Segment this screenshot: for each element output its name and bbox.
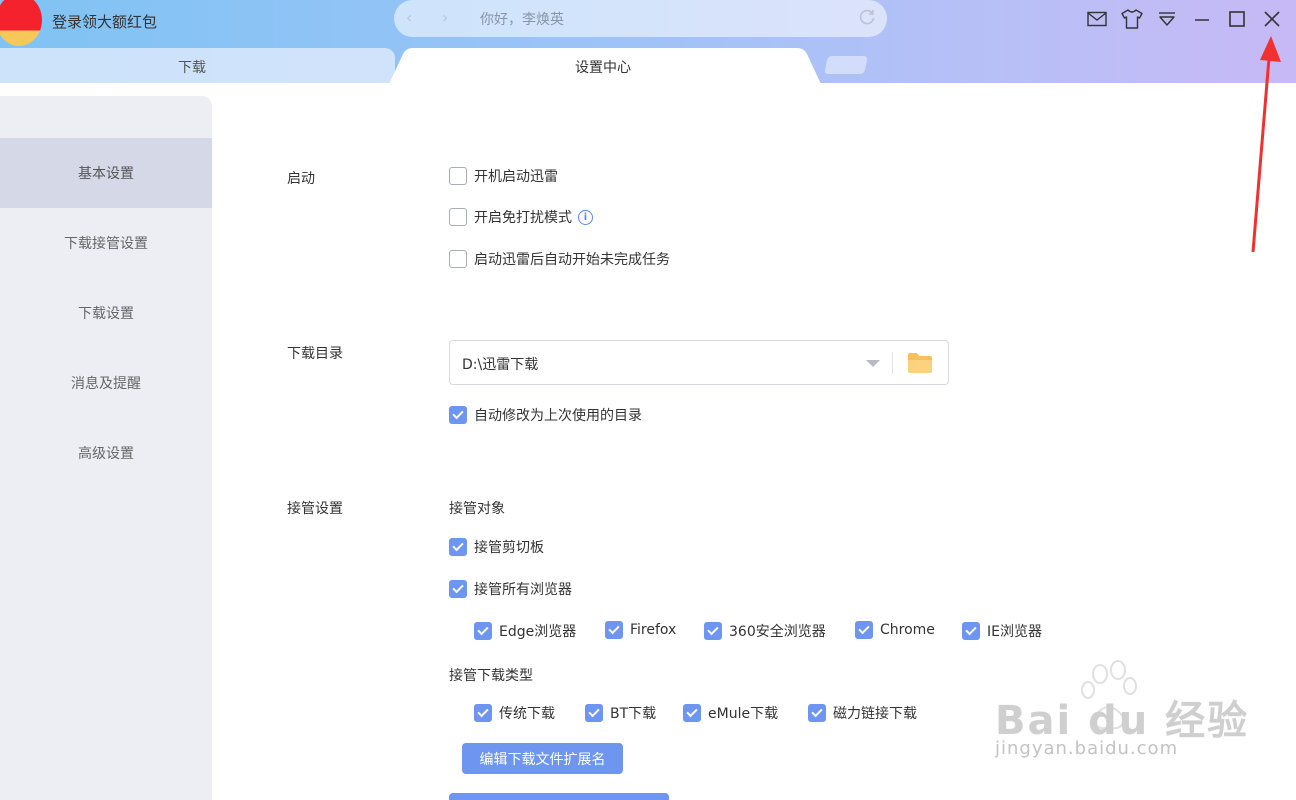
auto-resume-label: 启动迅雷后自动开始未完成任务	[474, 252, 670, 268]
tab-settings-label: 设置中心	[575, 60, 631, 76]
browser-chrome-checkbox[interactable]	[855, 621, 873, 639]
type-traditional-label: 传统下载	[499, 706, 555, 722]
clipboard-label: 接管剪切板	[474, 540, 544, 556]
browser-firefox-option[interactable]: Firefox	[605, 621, 676, 639]
startup-section-label: 启动	[287, 171, 315, 187]
do-not-disturb-option[interactable]: 开启免打扰模式 i	[449, 207, 593, 227]
all-browsers-label: 接管所有浏览器	[474, 582, 572, 598]
sidebar-item-takeover[interactable]: 下载接管设置	[0, 208, 212, 278]
mail-icon[interactable]	[1086, 8, 1108, 30]
forward-icon[interactable]: ›	[442, 8, 448, 27]
type-traditional-option[interactable]: 传统下载	[474, 703, 555, 723]
menu-dropdown-icon[interactable]	[1156, 8, 1178, 30]
type-traditional-checkbox[interactable]	[474, 704, 492, 722]
clipboard-checkbox[interactable]	[449, 538, 467, 556]
do-not-disturb-checkbox[interactable]	[449, 208, 467, 226]
takeover-section-label: 接管设置	[287, 501, 343, 517]
sidebar-item-download[interactable]: 下载设置	[0, 278, 212, 348]
type-emule-checkbox[interactable]	[683, 704, 701, 722]
type-emule-option[interactable]: eMule下载	[683, 703, 778, 723]
search-input[interactable]: 你好，李焕英	[480, 9, 564, 29]
do-not-disturb-label: 开启免打扰模式	[474, 210, 572, 226]
auto-resume-option[interactable]: 启动迅雷后自动开始未完成任务	[449, 249, 670, 269]
tab-settings[interactable]: 设置中心	[389, 48, 821, 84]
new-tab-button[interactable]	[824, 56, 868, 74]
browser-360-checkbox[interactable]	[704, 622, 722, 640]
auto-resume-checkbox[interactable]	[449, 250, 467, 268]
browser-chrome-option[interactable]: Chrome	[855, 621, 935, 639]
type-emule-label: eMule下载	[708, 706, 779, 722]
browser-edge-checkbox[interactable]	[474, 622, 492, 640]
chevron-down-icon[interactable]	[866, 360, 880, 367]
browser-ie-option[interactable]: IE浏览器	[962, 621, 1042, 641]
takeover-target-label: 接管对象	[449, 501, 505, 517]
browser-edge-label: Edge浏览器	[499, 624, 577, 640]
browser-360-option[interactable]: 360安全浏览器	[704, 621, 826, 641]
browser-ie-checkbox[interactable]	[962, 622, 980, 640]
divider	[892, 352, 893, 374]
type-magnet-checkbox[interactable]	[808, 704, 826, 722]
settings-sidebar: 基本设置 下载接管设置 下载设置 消息及提醒 高级设置	[0, 96, 212, 800]
browser-chrome-label: Chrome	[880, 622, 935, 638]
type-magnet-label: 磁力链接下载	[833, 706, 917, 722]
browser-360-label: 360安全浏览器	[729, 624, 826, 640]
download-dir-section-label: 下载目录	[287, 346, 343, 362]
annotation-arrow-icon	[1240, 34, 1290, 260]
all-browsers-checkbox[interactable]	[449, 580, 467, 598]
sidebar-item-advanced[interactable]: 高级设置	[0, 418, 212, 488]
download-dir-value: D:\迅雷下载	[462, 357, 539, 373]
startup-on-boot-label: 开机启动迅雷	[474, 169, 558, 185]
browser-ie-label: IE浏览器	[987, 624, 1042, 640]
sidebar-item-notifications[interactable]: 消息及提醒	[0, 348, 212, 418]
download-dir-select[interactable]: D:\迅雷下载	[449, 340, 949, 385]
title-bar: 登录领大额红包 ‹ › 你好，李焕英 下载 设置中心	[0, 0, 1296, 84]
clipboard-option[interactable]: 接管剪切板	[449, 537, 544, 557]
tab-download-label: 下载	[178, 60, 206, 76]
auto-change-dir-option[interactable]: 自动修改为上次使用的目录	[449, 405, 642, 425]
watermark-url: jingyan.baidu.com	[995, 738, 1179, 759]
info-icon[interactable]: i	[578, 209, 593, 225]
tab-download[interactable]: 下载	[0, 48, 395, 83]
folder-icon[interactable]	[907, 352, 933, 378]
all-browsers-option[interactable]: 接管所有浏览器	[449, 579, 572, 599]
browser-edge-option[interactable]: Edge浏览器	[474, 621, 576, 641]
edit-extensions-button[interactable]: 编辑下载文件扩展名	[462, 743, 623, 774]
startup-on-boot-checkbox[interactable]	[449, 167, 467, 185]
search-bar[interactable]: ‹ › 你好，李焕英	[394, 0, 887, 37]
type-bt-label: BT下载	[610, 706, 657, 722]
takeover-types-label: 接管下载类型	[449, 668, 533, 684]
type-magnet-option[interactable]: 磁力链接下载	[808, 703, 917, 723]
login-red-packet-link[interactable]: 登录领大额红包	[52, 11, 157, 32]
browser-firefox-label: Firefox	[630, 622, 677, 638]
back-icon[interactable]: ‹	[406, 8, 412, 27]
auto-change-dir-checkbox[interactable]	[449, 406, 467, 424]
sidebar-item-basic[interactable]: 基本设置	[0, 138, 212, 208]
browser-firefox-checkbox[interactable]	[605, 621, 623, 639]
type-bt-checkbox[interactable]	[585, 704, 603, 722]
avatar[interactable]	[0, 0, 42, 46]
skin-tshirt-icon[interactable]	[1121, 8, 1143, 30]
next-button-partial[interactable]	[449, 793, 669, 800]
minimize-icon[interactable]	[1191, 8, 1213, 30]
auto-change-dir-label: 自动修改为上次使用的目录	[474, 408, 642, 424]
maximize-icon[interactable]	[1226, 8, 1248, 30]
close-icon[interactable]	[1261, 8, 1283, 30]
type-bt-option[interactable]: BT下载	[585, 703, 656, 723]
refresh-icon[interactable]	[857, 7, 877, 27]
startup-on-boot-option[interactable]: 开机启动迅雷	[449, 166, 558, 186]
